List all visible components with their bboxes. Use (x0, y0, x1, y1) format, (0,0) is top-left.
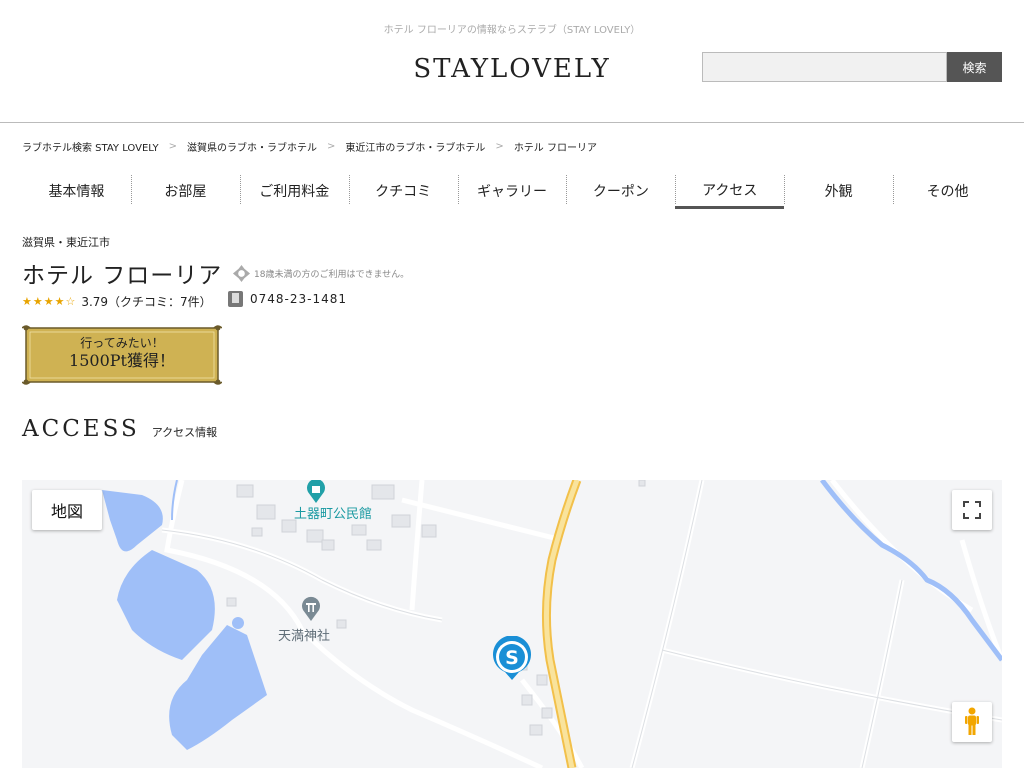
access-section-heading: ACCESS アクセス情報 (22, 416, 217, 442)
fullscreen-icon (963, 501, 981, 519)
points-button-line1: 行ってみたい！ (80, 336, 164, 350)
breadcrumb-item-home[interactable]: ラブホテル検索 STAY LOVELY (22, 139, 159, 154)
search-input[interactable] (702, 52, 947, 82)
rating-text[interactable]: 3.79（クチコミ：7件） (81, 293, 211, 310)
star-rating-icon: ★★★★☆ (22, 295, 77, 308)
site-tagline: ホテル フローリアの情報ならステラブ（STAY LOVELY） (383, 25, 641, 36)
age-restriction-icon (232, 264, 251, 283)
search-button[interactable]: 検索 (947, 52, 1002, 82)
hotel-rating: ★★★★☆ 3.79（クチコミ：7件） (22, 293, 212, 310)
svg-text:S: S (505, 647, 519, 669)
hotel-name: ホテル フローリア (22, 263, 223, 289)
tab-access[interactable]: アクセス (675, 173, 785, 209)
tab-gallery[interactable]: ギャラリー (457, 173, 567, 209)
breadcrumb-separator: > (327, 141, 336, 152)
hotel-phone: 0748-23-1481 (228, 291, 347, 307)
tab-other[interactable]: その他 (893, 173, 1002, 209)
tab-reviews[interactable]: クチコミ (348, 173, 458, 209)
breadcrumb-item-current: ホテル フローリア (513, 143, 597, 154)
community-hall-pin-icon[interactable] (305, 480, 327, 504)
age-restriction-text: 18歳未満の方のご利用はできません。 (254, 270, 410, 280)
street-view-pegman-button[interactable] (952, 702, 992, 742)
access-title-jp: アクセス情報 (151, 426, 218, 439)
hotel-location-marker-icon[interactable]: S (491, 636, 533, 682)
breadcrumb-item-prefecture[interactable]: 滋賀県のラブホ・ラブホテル (187, 139, 317, 154)
map-canvas[interactable] (22, 480, 1002, 768)
breadcrumb-separator: > (495, 141, 504, 152)
breadcrumb-separator: > (168, 141, 178, 152)
age-restriction-notice: 18歳未満の方のご利用はできません。 (232, 264, 409, 283)
hotel-tabs: 基本情報 お部屋 ご利用料金 クチコミ ギャラリー クーポン アクセス 外観 そ… (22, 173, 1002, 209)
tab-coupons[interactable]: クーポン (566, 173, 675, 209)
community-hall-label[interactable]: 土器町公民館 (294, 503, 372, 522)
hotel-location[interactable]: 滋賀県・東近江市 (22, 234, 110, 250)
breadcrumb: ラブホテル検索 STAY LOVELY > 滋賀県のラブホ・ラブホテル > 東近… (22, 139, 597, 154)
points-button-line2: 1500Pt獲得！ (69, 351, 175, 370)
pegman-icon (965, 707, 979, 735)
map-type-button[interactable]: 地図 (32, 490, 102, 530)
fullscreen-button[interactable] (952, 490, 992, 530)
tab-exterior[interactable]: 外観 (784, 173, 893, 209)
site-header: ホテル フローリアの情報ならステラブ（STAY LOVELY） STAYLOVE… (0, 0, 1024, 123)
access-title-en: ACCESS (22, 416, 140, 442)
shrine-pin-icon[interactable] (300, 596, 322, 622)
phone-number[interactable]: 0748-23-1481 (250, 292, 347, 306)
tab-rooms[interactable]: お部屋 (130, 173, 240, 209)
tab-pricing[interactable]: ご利用料金 (239, 173, 349, 209)
access-map[interactable]: 土器町公民館 天満神社 S 地図 (22, 480, 1002, 768)
shrine-label[interactable]: 天満神社 (278, 625, 330, 644)
breadcrumb-item-city[interactable]: 東近江市のラブホ・ラブホテル (345, 139, 485, 154)
tab-basic-info[interactable]: 基本情報 (22, 173, 131, 209)
phone-icon (228, 291, 243, 307)
want-to-go-points-button[interactable]: 行ってみたい！ 1500Pt獲得！ (21, 324, 223, 386)
